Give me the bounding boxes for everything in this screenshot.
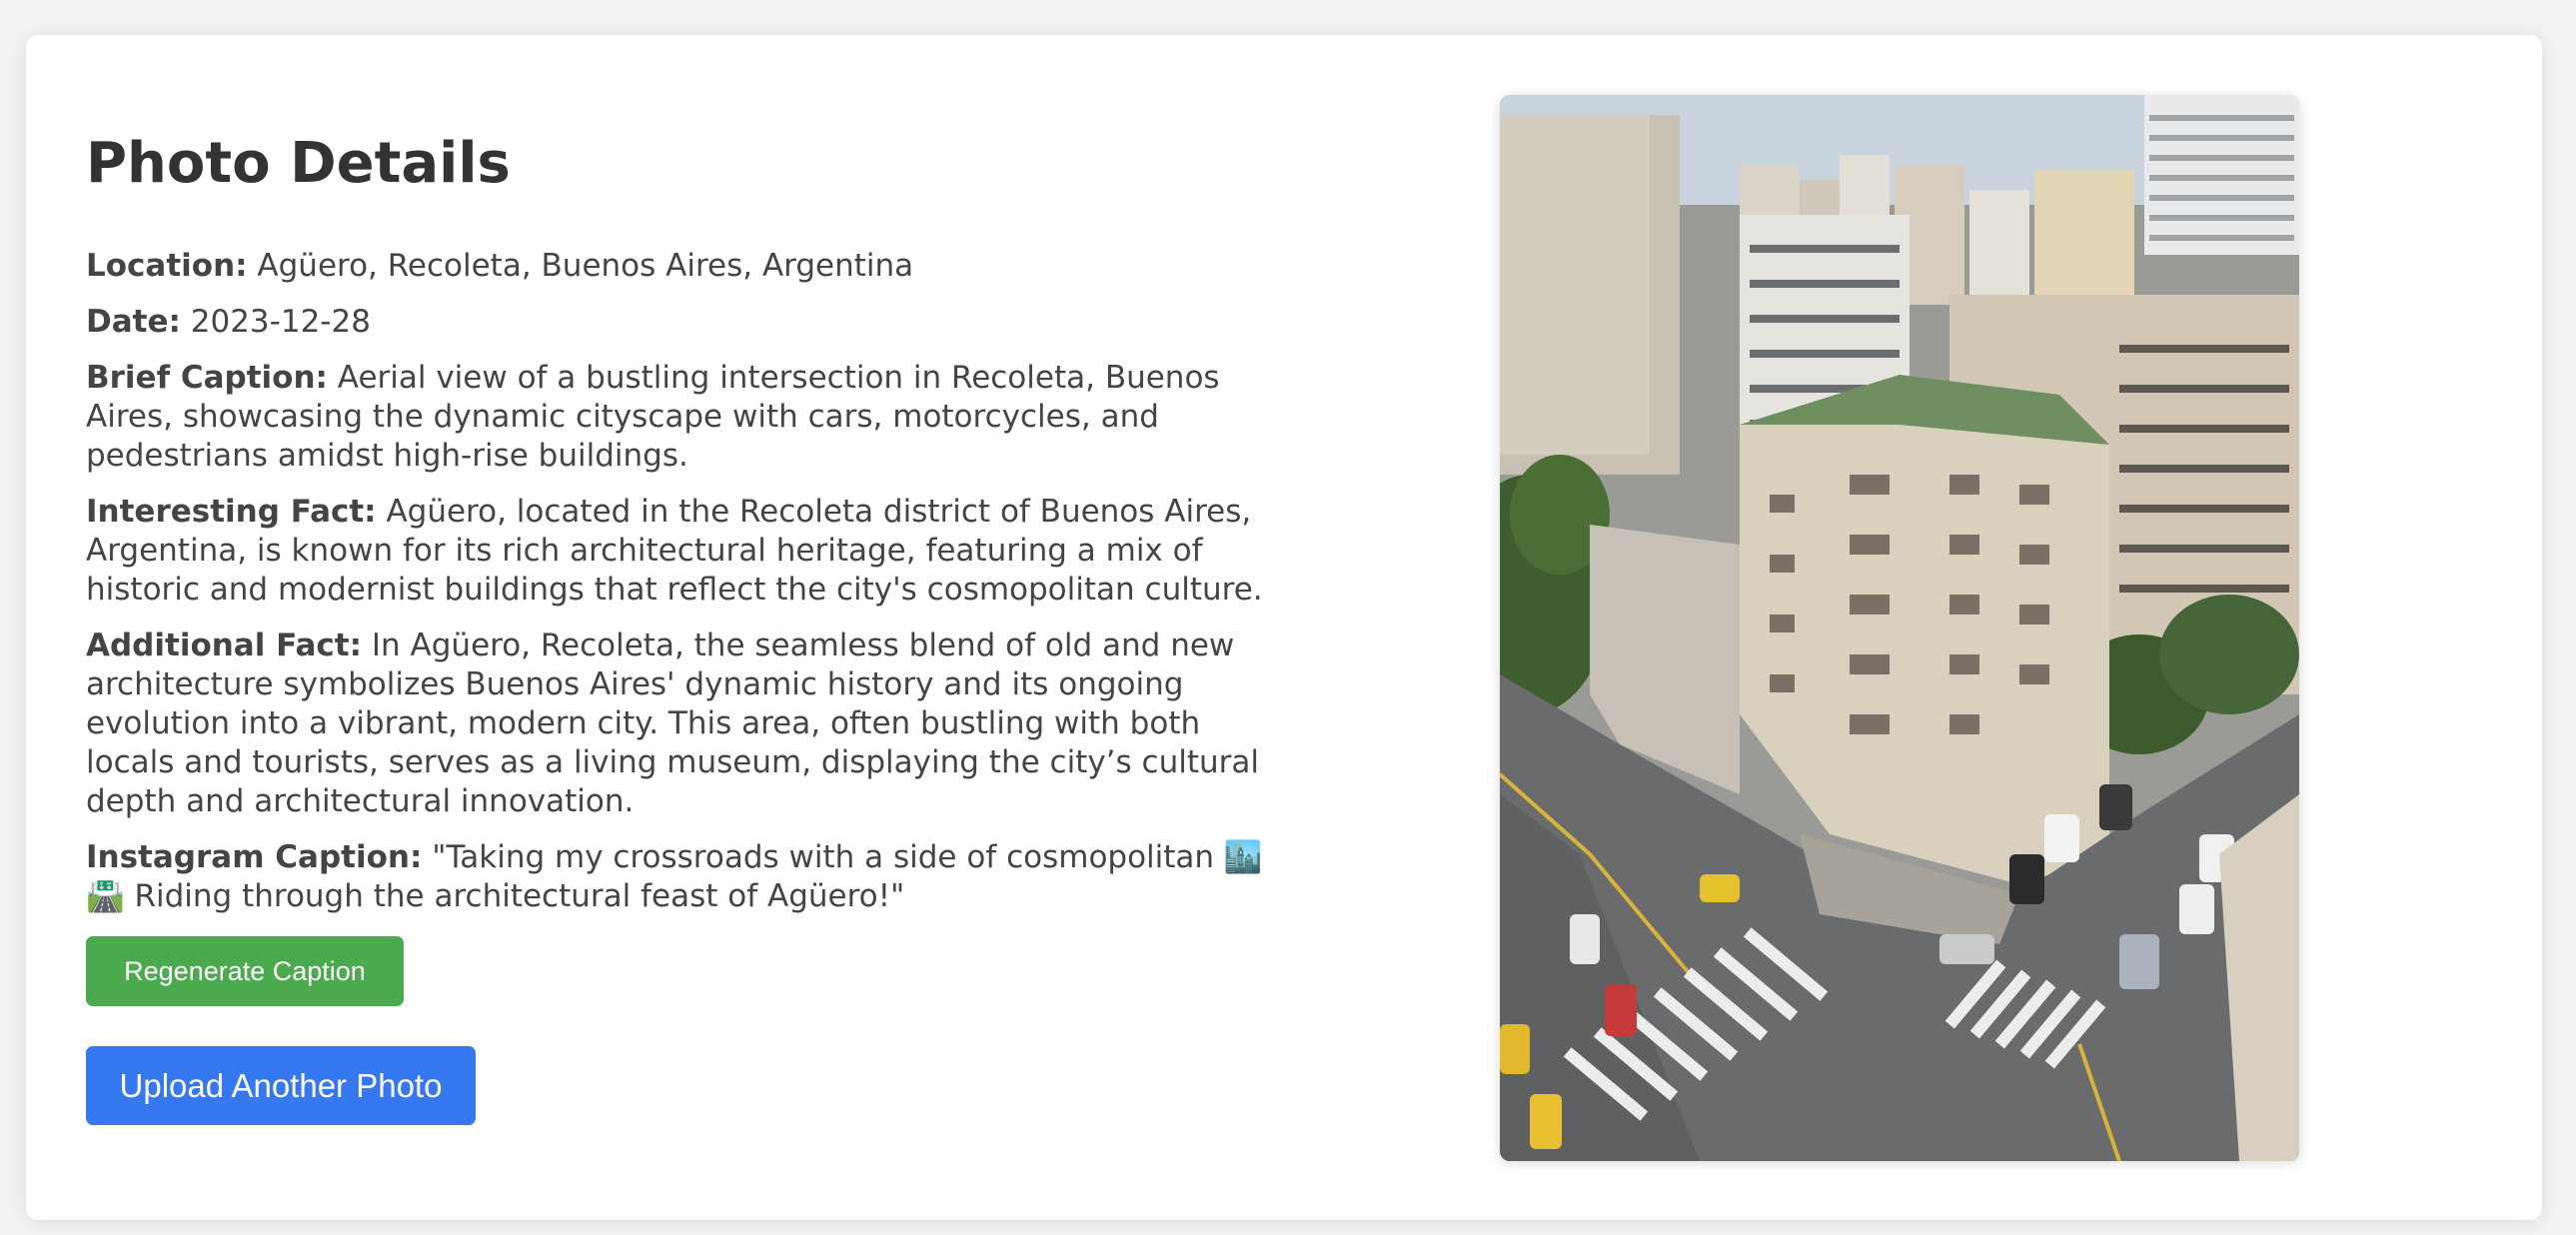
instagram-caption-label: Instagram Caption:: [86, 839, 423, 876]
regenerate-caption-button[interactable]: Regenerate Caption: [86, 936, 404, 1007]
location-label: Location:: [86, 248, 248, 285]
location-row: Location: Agüero, Recoleta, Buenos Aires…: [86, 247, 1275, 286]
date-row: Date: 2023-12-28: [86, 303, 1275, 342]
details-panel: Photo Details Location: Agüero, Recoleta…: [86, 130, 1275, 1126]
brief-caption-row: Brief Caption: Aerial view of a bustling…: [86, 359, 1275, 476]
date-label: Date:: [86, 304, 181, 341]
instagram-caption-row: Instagram Caption: "Taking my crossroads…: [86, 838, 1275, 916]
page-title: Photo Details: [86, 131, 511, 196]
interesting-fact-row: Interesting Fact: Agüero, located in the…: [86, 493, 1275, 610]
interesting-fact-label: Interesting Fact:: [86, 494, 377, 531]
additional-fact-label: Additional Fact:: [86, 627, 363, 664]
additional-fact-row: Additional Fact: In Agüero, Recoleta, th…: [86, 626, 1275, 821]
date-value: 2023-12-28: [190, 304, 371, 341]
location-value: Agüero, Recoleta, Buenos Aires, Argentin…: [257, 248, 914, 285]
upload-another-photo-button[interactable]: Upload Another Photo: [86, 1046, 476, 1126]
brief-caption-label: Brief Caption:: [86, 360, 328, 397]
uploaded-photo: [1500, 95, 2299, 1161]
photo-details-card: Photo Details Location: Agüero, Recoleta…: [26, 35, 2542, 1220]
